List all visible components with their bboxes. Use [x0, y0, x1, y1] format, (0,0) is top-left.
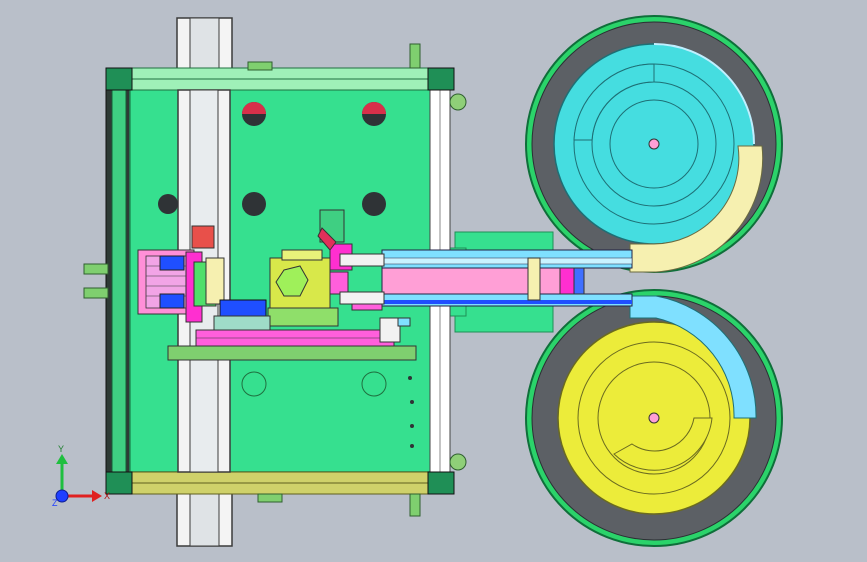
- machine-top-view: Y X Z: [0, 0, 867, 562]
- triad-x-label: X: [104, 491, 110, 501]
- slide-blue-block-top: [159, 255, 185, 271]
- cross-slide-end-block: [379, 317, 401, 343]
- caster-wheel-bottom-right: [449, 453, 467, 471]
- triad-y-label: Y: [58, 444, 64, 454]
- cylinder-rod-lower: [339, 291, 385, 305]
- corner-bracket-top-right: [427, 67, 455, 91]
- feeder-track-stop-block: [527, 257, 541, 301]
- feeder-track-middle: [381, 267, 583, 295]
- press-base: [267, 307, 339, 327]
- plate-hole-small: [410, 424, 414, 428]
- plate-hole: [242, 192, 266, 216]
- bracket-top-b: [409, 43, 421, 69]
- blue-actuator: [219, 299, 267, 319]
- triad-z-origin: [55, 489, 69, 503]
- top-bowl-center-hub: [648, 138, 660, 150]
- cross-slide-cyan-tip: [397, 317, 411, 327]
- feeder-track-top-inner: [381, 257, 633, 265]
- magenta-block-mid: [329, 271, 349, 295]
- cross-slide-plate: [167, 345, 417, 361]
- top-vibratory-bowl[interactable]: [525, 15, 783, 273]
- feeder-track-magenta-block: [559, 267, 575, 295]
- red-valve-block: [191, 225, 215, 249]
- bracket-bottom-b: [409, 493, 421, 517]
- cylinder-rod-upper: [339, 253, 385, 267]
- corner-bracket-bottom-right: [427, 471, 455, 495]
- bracket-left-a: [83, 263, 109, 275]
- bottom-bowl-center-hub: [648, 412, 660, 424]
- plate-hole-small: [408, 376, 412, 380]
- bracket-left-b: [83, 287, 109, 299]
- corner-bracket-top-left: [105, 67, 133, 91]
- caster-wheel-top-right: [449, 93, 467, 111]
- frame-side-rail-left-strip: [111, 71, 127, 493]
- press-top-cap: [281, 249, 323, 261]
- plate-hole: [362, 192, 386, 216]
- plate-hole-small: [410, 400, 414, 404]
- cad-viewport[interactable]: Y X Z: [0, 0, 867, 562]
- feeder-track-blue-block: [573, 267, 585, 295]
- plate-hole-small: [410, 444, 414, 448]
- slide-blue-block-bottom: [159, 293, 185, 309]
- plate-hole: [158, 194, 178, 214]
- bracket-bottom-a: [257, 493, 283, 503]
- bottom-vibratory-bowl[interactable]: [525, 289, 783, 547]
- triad-z-label: Z: [52, 498, 58, 508]
- bracket-top-a: [247, 61, 273, 71]
- cream-block: [205, 257, 225, 305]
- feeder-track-dark-strip: [382, 300, 632, 304]
